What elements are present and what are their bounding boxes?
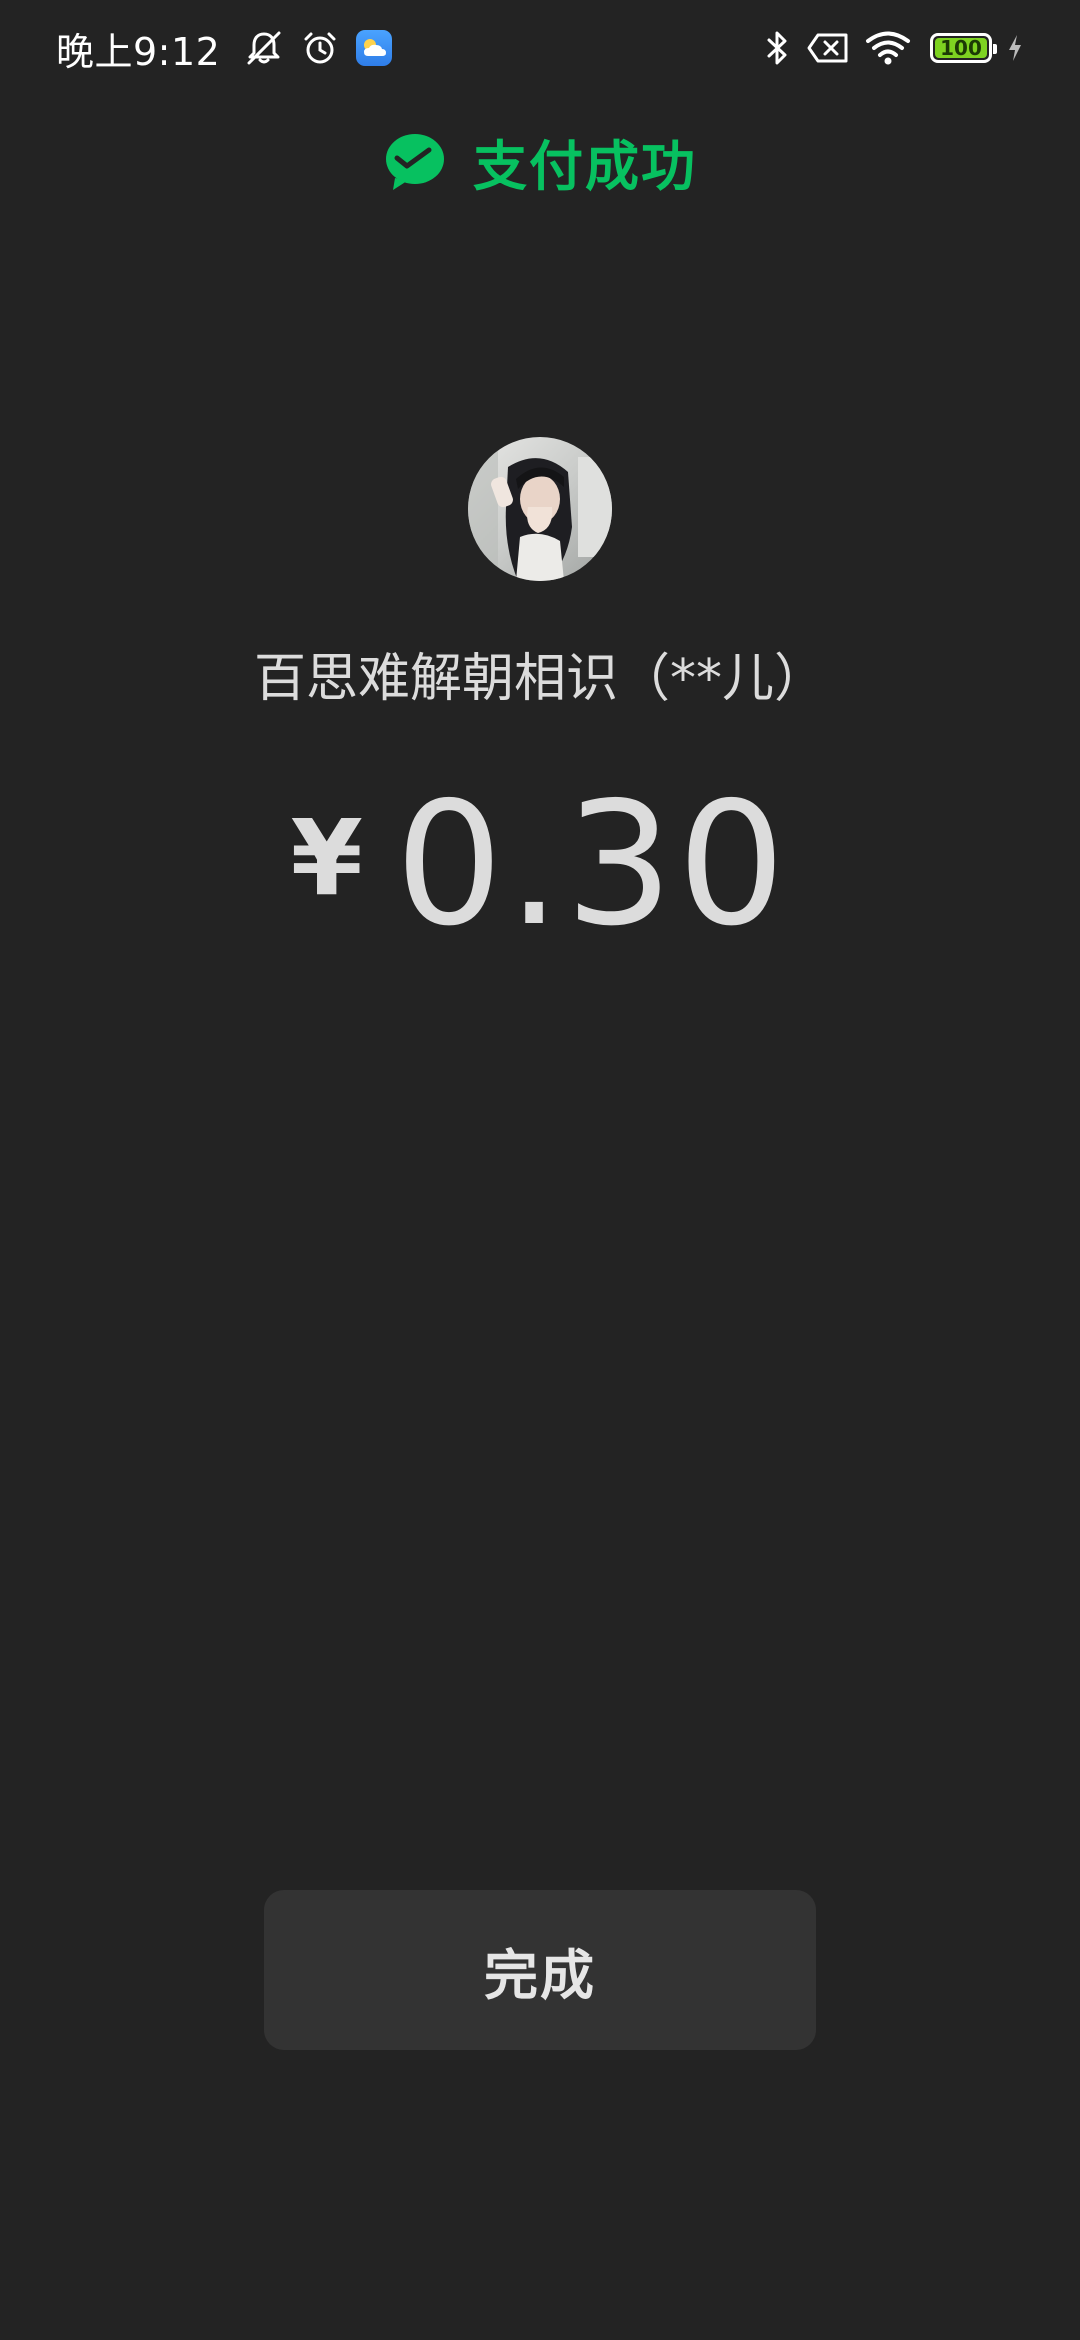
wifi-icon bbox=[864, 30, 912, 66]
battery-level: 100 bbox=[940, 36, 982, 60]
charging-icon bbox=[1006, 33, 1024, 63]
no-sim-icon bbox=[806, 31, 850, 65]
amount-row: ¥ 0.30 bbox=[0, 780, 1080, 950]
status-bar: 晚上9:12 100 bbox=[0, 0, 1080, 96]
done-button[interactable]: 完成 bbox=[264, 1890, 816, 2050]
payee-name: 百思难解朝相识（**儿） bbox=[253, 649, 826, 709]
payment-amount: 0.30 bbox=[394, 766, 790, 964]
bluetooth-icon bbox=[762, 28, 792, 68]
wechat-pay-icon bbox=[383, 130, 447, 194]
avatar bbox=[468, 437, 612, 581]
currency-symbol: ¥ bbox=[290, 797, 363, 919]
success-title: 支付成功 bbox=[473, 135, 697, 198]
weather-app-icon bbox=[356, 30, 393, 66]
payment-success-screen: 晚上9:12 100 支付成功 百思难解朝相识（**儿） ¥ 0.30 完成 bbox=[0, 0, 1080, 2340]
status-time: 晚上9:12 bbox=[56, 29, 221, 74]
status-bar-left: 晚上9:12 bbox=[56, 21, 398, 76]
battery-icon: 100 bbox=[930, 33, 997, 63]
alarm-icon bbox=[300, 28, 340, 68]
success-header: 支付成功 bbox=[0, 122, 1080, 201]
status-bar-right: 100 bbox=[748, 28, 1024, 68]
mute-icon bbox=[244, 28, 284, 68]
